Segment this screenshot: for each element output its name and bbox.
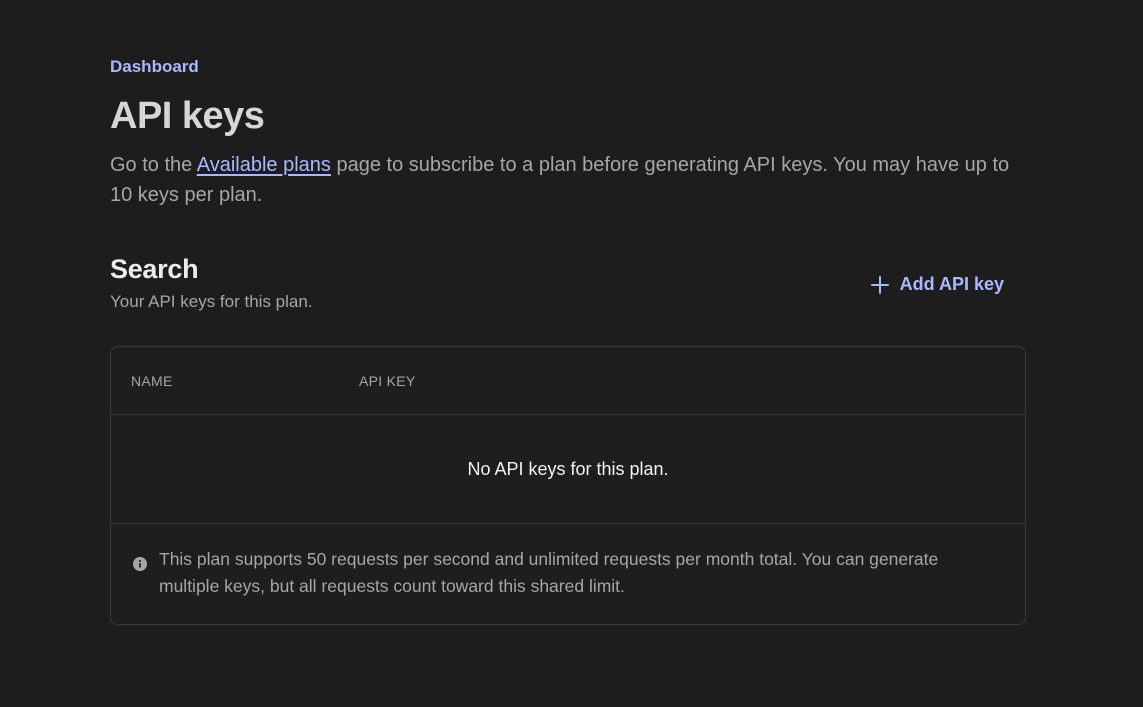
main-content: Dashboard API keys Go to the Available p… bbox=[110, 56, 1026, 625]
plan-limit-note: This plan supports 50 requests per secon… bbox=[111, 524, 1025, 624]
empty-state-row: No API keys for this plan. bbox=[111, 415, 1025, 524]
column-header-api-key: API KEY bbox=[359, 372, 416, 389]
api-keys-table: NAME API KEY No API keys for this plan. … bbox=[110, 346, 1026, 625]
available-plans-link[interactable]: Available plans bbox=[197, 154, 331, 176]
plan-limit-text: This plan supports 50 requests per secon… bbox=[159, 549, 939, 596]
breadcrumb-dashboard[interactable]: Dashboard bbox=[110, 56, 199, 78]
add-api-key-label: Add API key bbox=[899, 274, 1004, 294]
empty-state-message: No API keys for this plan. bbox=[467, 458, 669, 479]
column-header-name: NAME bbox=[131, 372, 173, 389]
section-header: Search Your API keys for this plan. Add … bbox=[110, 252, 1026, 316]
page-title: API keys bbox=[110, 95, 265, 137]
page: Dashboard API keys Go to the Available p… bbox=[0, 0, 1143, 707]
plus-icon bbox=[870, 275, 890, 295]
table-header: NAME API KEY bbox=[111, 347, 1025, 415]
intro-text-before: Go to the bbox=[110, 154, 197, 176]
info-icon bbox=[133, 552, 147, 571]
page-intro: Go to the Available plans page to subscr… bbox=[110, 150, 1010, 210]
add-api-key-button[interactable]: Add API key bbox=[870, 270, 1004, 299]
